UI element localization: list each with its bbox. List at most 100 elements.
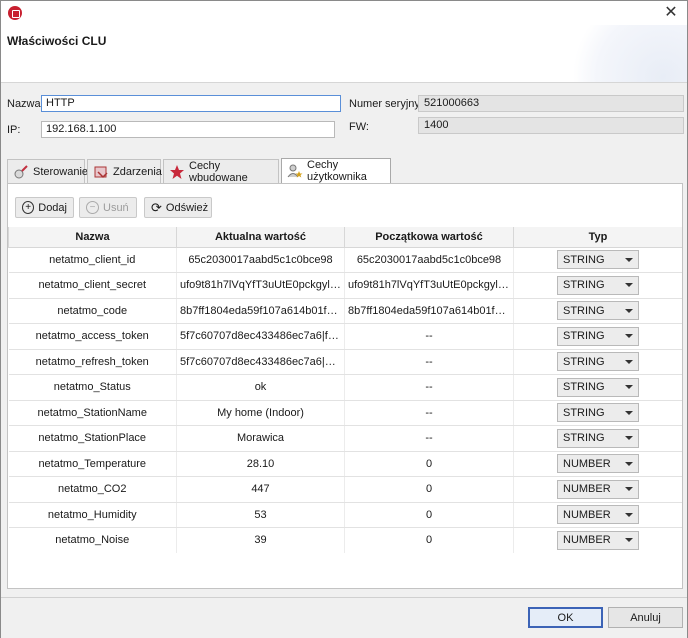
table-row[interactable]: netatmo_client_secret ufo9t81h7lVqYfT3uUt… (8, 272, 682, 299)
remove-button-label: Usuń (103, 201, 129, 214)
tab-cechy-wbudowane[interactable]: Cechy wbudowane (163, 159, 279, 184)
ok-button[interactable]: OK (528, 607, 603, 628)
feature-initial-value[interactable]: 0 (344, 476, 514, 503)
type-dropdown[interactable]: NUMBER (557, 479, 639, 499)
feature-initial-value[interactable]: 8b7ff1804eda59f107a614b01fe891b5 (344, 298, 514, 324)
chevron-down-icon (625, 461, 633, 466)
tab-zdarzenia[interactable]: Zdarzenia (87, 159, 162, 183)
feature-name: netatmo_client_id (8, 247, 177, 273)
feature-initial-value[interactable]: 0 (344, 502, 514, 528)
plus-icon: + (22, 201, 35, 214)
fw-label: FW: (349, 121, 369, 133)
feature-initial-value[interactable]: -- (344, 349, 514, 375)
feature-name: netatmo_Status (8, 374, 177, 401)
type-value: STRING (563, 253, 605, 266)
feature-current-value[interactable]: 65c2030017aabd5c1c0bce98 (176, 247, 345, 273)
refresh-button[interactable]: ⟳ Odśwież (144, 197, 212, 218)
remove-button[interactable]: − Usuń (79, 197, 137, 218)
ip-input[interactable]: 192.168.1.100 (41, 121, 335, 138)
feature-current-value[interactable]: My home (Indoor) (176, 400, 345, 426)
chevron-down-icon (625, 283, 633, 288)
type-dropdown[interactable]: STRING (557, 377, 639, 397)
add-button[interactable]: + Dodaj (15, 197, 74, 218)
type-dropdown[interactable]: STRING (557, 275, 639, 295)
type-dropdown[interactable]: STRING (557, 301, 639, 321)
feature-name: netatmo_CO2 (8, 476, 177, 503)
type-value: STRING (563, 432, 605, 445)
column-header-name[interactable]: Nazwa (8, 227, 177, 248)
feature-initial-value[interactable]: 0 (344, 451, 514, 477)
table-row[interactable]: netatmo_Humidity 53 0 NUMBER (8, 502, 682, 528)
table-row[interactable]: netatmo_CO2 447 0 NUMBER (8, 476, 682, 503)
feature-initial-value[interactable]: 0 (344, 527, 514, 553)
feature-initial-value[interactable]: 65c2030017aabd5c1c0bce98 (344, 247, 514, 273)
chevron-down-icon (625, 308, 633, 313)
chevron-down-icon (625, 334, 633, 339)
tab-cechy-uzytkownika[interactable]: Cechy użytkownika (281, 158, 391, 183)
table-row[interactable]: netatmo_Temperature 28.10 0 NUMBER (8, 451, 682, 477)
type-dropdown[interactable]: STRING (557, 403, 639, 423)
ip-label: IP: (7, 124, 21, 136)
feature-current-value[interactable]: 8b7ff1804eda59f107a614b01fe891b5 (176, 298, 345, 324)
serial-number-label: Numer seryjny: (349, 98, 423, 110)
table-row[interactable]: netatmo_refresh_token 5f7c60707d8ec433486… (8, 349, 682, 375)
table-row[interactable]: netatmo_Noise 39 0 NUMBER (8, 527, 682, 553)
feature-initial-value[interactable]: -- (344, 400, 514, 426)
type-dropdown[interactable]: STRING (557, 352, 639, 372)
table-row[interactable]: netatmo_StationPlace Morawica -- STRING (8, 425, 682, 452)
feature-initial-value[interactable]: -- (344, 374, 514, 401)
type-dropdown[interactable]: NUMBER (557, 530, 639, 550)
serial-number-value: 521000663 (418, 95, 684, 112)
tab-label: Sterowanie (33, 165, 89, 178)
feature-current-value[interactable]: 5f7c60707d8ec433486ec7a6|c50d6... (176, 349, 345, 375)
table-row[interactable]: netatmo_code 8b7ff1804eda59f107a614b01fe8… (8, 298, 682, 324)
tab-sterowanie[interactable]: Sterowanie (7, 159, 89, 183)
type-value: NUMBER (563, 483, 611, 496)
feature-name: netatmo_StationName (8, 400, 177, 426)
type-dropdown[interactable]: STRING (557, 428, 639, 448)
column-header-initial-value[interactable]: Początkowa wartość (344, 227, 514, 248)
feature-initial-value[interactable]: ufo9t81h7lVqYfT3uUtE0pckgyltnwo... (344, 272, 514, 299)
feature-current-value[interactable]: 5f7c60707d8ec433486ec7a6|f5c82a... (176, 323, 345, 350)
table-row[interactable]: netatmo_StationName My home (Indoor) -- STR… (8, 400, 682, 426)
type-dropdown[interactable]: STRING (557, 250, 639, 270)
table-row[interactable]: netatmo_Status ok -- STRING (8, 374, 682, 401)
feature-name: netatmo_StationPlace (8, 425, 177, 452)
type-value: STRING (563, 381, 605, 394)
feature-initial-value[interactable]: -- (344, 425, 514, 452)
feature-current-value[interactable]: Morawica (176, 425, 345, 452)
chevron-down-icon (625, 359, 633, 364)
type-value: STRING (563, 279, 605, 292)
table-header-row: Nazwa Aktualna wartość Początkowa wartoś… (8, 227, 682, 248)
name-input[interactable]: HTTP (41, 95, 341, 112)
table-row[interactable]: netatmo_client_id 65c2030017aabd5c1c0bce9… (8, 247, 682, 273)
close-icon[interactable]: ✕ (661, 3, 681, 23)
chevron-down-icon (625, 385, 633, 390)
feature-name: netatmo_access_token (8, 323, 177, 350)
table-row[interactable]: netatmo_access_token 5f7c60707d8ec433486e… (8, 323, 682, 350)
feature-current-value[interactable]: 447 (176, 476, 345, 503)
column-header-current-value[interactable]: Aktualna wartość (176, 227, 345, 248)
type-dropdown[interactable]: NUMBER (557, 454, 639, 474)
cancel-button[interactable]: Anuluj (608, 607, 683, 628)
feature-current-value[interactable]: ufo9t81h7lVqYfT3uUtE0pckgyltnwo... (176, 272, 345, 299)
chevron-down-icon (625, 512, 633, 517)
tab-label: Cechy wbudowane (189, 159, 248, 184)
type-value: STRING (563, 355, 605, 368)
type-dropdown[interactable]: NUMBER (557, 505, 639, 525)
tab-label: Zdarzenia (113, 165, 162, 178)
feature-current-value[interactable]: 39 (176, 527, 345, 553)
star-icon (169, 164, 185, 180)
feature-initial-value[interactable]: -- (344, 323, 514, 350)
feature-name: netatmo_Noise (8, 527, 177, 553)
type-value: STRING (563, 304, 605, 317)
refresh-icon: ⟳ (151, 199, 162, 215)
type-dropdown[interactable]: STRING (557, 326, 639, 346)
feature-current-value[interactable]: 53 (176, 502, 345, 528)
name-label: Nazwa: (7, 98, 44, 110)
column-header-type[interactable]: Typ (513, 227, 682, 248)
feature-current-value[interactable]: 28.10 (176, 451, 345, 477)
control-icon (13, 164, 29, 180)
feature-current-value[interactable]: ok (176, 374, 345, 401)
type-value: NUMBER (563, 534, 611, 547)
